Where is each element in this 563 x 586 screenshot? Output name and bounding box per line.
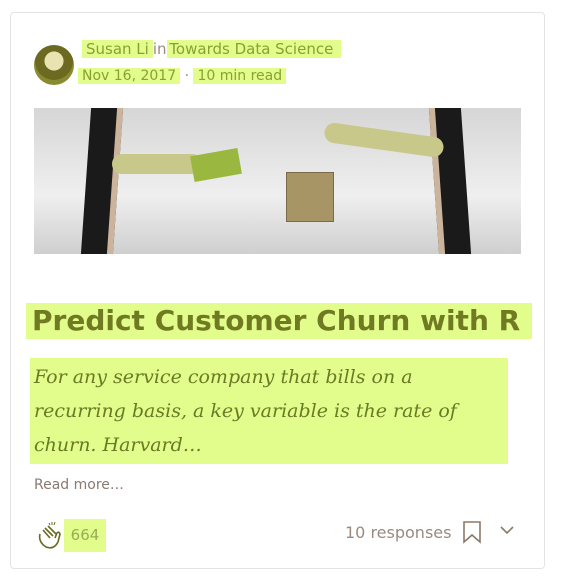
hand-left	[112, 154, 202, 174]
separator: ·	[184, 68, 190, 84]
bookmark-icon[interactable]	[462, 520, 482, 544]
author-name[interactable]: Susan Li	[82, 40, 153, 58]
read-time: 10 min read	[193, 68, 287, 84]
read-more-link[interactable]: Read more…	[34, 477, 124, 493]
author-line: Susan Li in Towards Data Science	[82, 40, 342, 58]
chevron-down-icon[interactable]	[499, 524, 515, 536]
monitor-left	[80, 108, 124, 254]
publication-link[interactable]: Towards Data Science	[167, 40, 342, 58]
responses-link[interactable]: 10 responses	[345, 523, 451, 542]
hero-image[interactable]	[34, 108, 521, 254]
credit-card	[190, 148, 242, 182]
post-meta: Nov 16, 2017 · 10 min read	[78, 68, 287, 84]
clap-icon[interactable]	[34, 520, 64, 550]
post-excerpt[interactable]: For any service company that bills on a …	[30, 358, 508, 464]
monitor-right	[428, 108, 472, 254]
avatar[interactable]	[34, 45, 74, 85]
post-date[interactable]: Nov 16, 2017	[78, 68, 181, 84]
hand-right	[323, 121, 445, 159]
shopping-bag	[286, 172, 334, 222]
clap-count: 664	[64, 519, 106, 552]
post-title[interactable]: Predict Customer Churn with R	[26, 303, 533, 339]
in-label: in	[152, 40, 167, 58]
